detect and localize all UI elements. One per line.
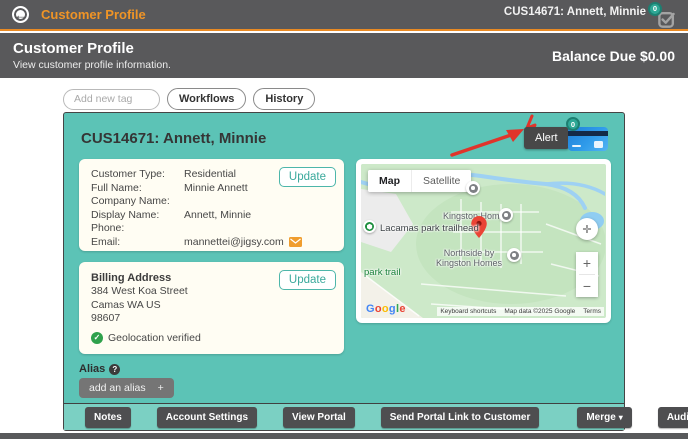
map-data-text: Map data ©2025 Google [504,308,576,315]
payment-methods-button[interactable]: 0 [566,117,608,152]
top-navigation-bar: ← Customer Profile CUS14671: Annett, Min… [0,0,688,31]
field-label: Email: [91,235,121,248]
bottom-edge-bar [0,433,688,439]
add-alias-button[interactable]: add an alias + [79,378,174,398]
page-title: Customer Profile [13,40,134,57]
field-label: Phone: [91,222,125,234]
field-label: Full Name: [91,181,142,194]
map-type-control: Map Satellite [368,170,472,192]
pan-icon: ✛ [582,223,592,236]
merge-dropdown-button[interactable]: Merge ▾ [577,406,632,428]
update-billing-button[interactable]: Update [278,270,336,290]
back-button[interactable]: ← [12,6,29,23]
map-attribution: Keyboard shortcuts Map data ©2025 Google… [437,307,604,316]
update-info-button[interactable]: Update [278,167,336,187]
geolocation-verified-label: Geolocation verified [108,331,201,344]
audit-log-button[interactable]: Audit Log [657,406,688,428]
zoom-out-button[interactable]: − [576,275,598,297]
field-value: Minnie Annett [184,181,248,194]
google-logo[interactable]: Google [366,303,406,315]
billing-zip: 98607 [91,312,121,324]
zoom-in-button[interactable]: + [576,252,598,274]
terms-link[interactable]: Terms [583,308,601,315]
customer-card: CUS14671: Annett, Minnie Alert 0 Custome… [63,112,688,431]
page-header: Customer Profile View customer profile i… [0,33,688,78]
card-action-bar: Notes Account Settings View Portal Send … [64,403,688,430]
keyboard-shortcuts-link[interactable]: Keyboard shortcuts [440,308,496,315]
alias-help-icon[interactable]: ? [109,363,121,375]
customer-email[interactable]: mannettei@jigsy.com [184,236,284,250]
map-pan-control[interactable]: ✛ [576,218,598,240]
field-label: Company Name: [91,195,170,207]
map-zoom-control: + − [576,252,598,297]
alias-label: Alias [79,363,106,375]
plus-icon: + [157,382,164,394]
topbar-customer-ref: CUS14671: Annett, Minnie [503,5,646,18]
account-settings-button[interactable]: Account Settings [156,406,258,428]
tasks-check-button[interactable]: 0 [648,1,676,30]
email-icon[interactable] [288,237,302,248]
page-subtitle: View customer profile information. [13,59,171,71]
map-panel: Map Satellite Kingston Homes ⬢ Lacamas p… [356,159,611,323]
notes-button[interactable]: Notes [85,406,131,428]
poi-marker[interactable] [466,181,480,195]
send-portal-link-button[interactable]: Send Portal Link to Customer [380,406,540,428]
map-label-park-trail: park trail [364,267,401,278]
google-map[interactable]: Map Satellite Kingston Homes ⬢ Lacamas p… [361,164,606,318]
chevron-down-icon: ▾ [618,412,623,422]
balance-due: Balance Due $0.00 [552,47,675,64]
tasks-count-badge: 0 [648,1,662,16]
customer-card-title: CUS14671: Annett, Minnie [81,130,267,147]
back-arrow-icon: ← [14,7,27,22]
payment-count-badge: 0 [566,117,580,131]
map-label-northside: Northside by Kingston Homes [435,248,503,268]
workflows-button[interactable]: Workflows [167,88,247,110]
customer-info-panel: Customer Type: Residential Full Name: Minn… [79,159,344,251]
poi-marker-kingston[interactable] [499,208,513,222]
history-button[interactable]: History [253,88,316,110]
park-trailhead-icon[interactable]: ⬢ [363,220,376,233]
map-tab[interactable]: Map [368,170,412,192]
satellite-tab[interactable]: Satellite [412,170,472,192]
view-portal-button[interactable]: View Portal [283,406,355,428]
map-label-lacamas: Lacamas park trailhead [380,223,479,234]
geolocation-verified-icon: ✓ [91,331,103,344]
topbar-title: Customer Profile [41,7,146,22]
add-tag-input[interactable] [63,88,160,110]
alert-button[interactable]: Alert [524,127,569,149]
field-value: Annett, Minnie [184,208,252,221]
field-value: Residential [184,168,236,180]
field-label: Display Name: [91,208,160,221]
billing-address-panel: Billing Address 384 West Koa Street Cama… [79,262,344,354]
field-label: Customer Type: [91,168,165,180]
billing-city: Camas WA US [91,298,161,311]
poi-marker-northside[interactable] [507,248,521,262]
tag-toolbar: Workflows History [63,88,316,110]
